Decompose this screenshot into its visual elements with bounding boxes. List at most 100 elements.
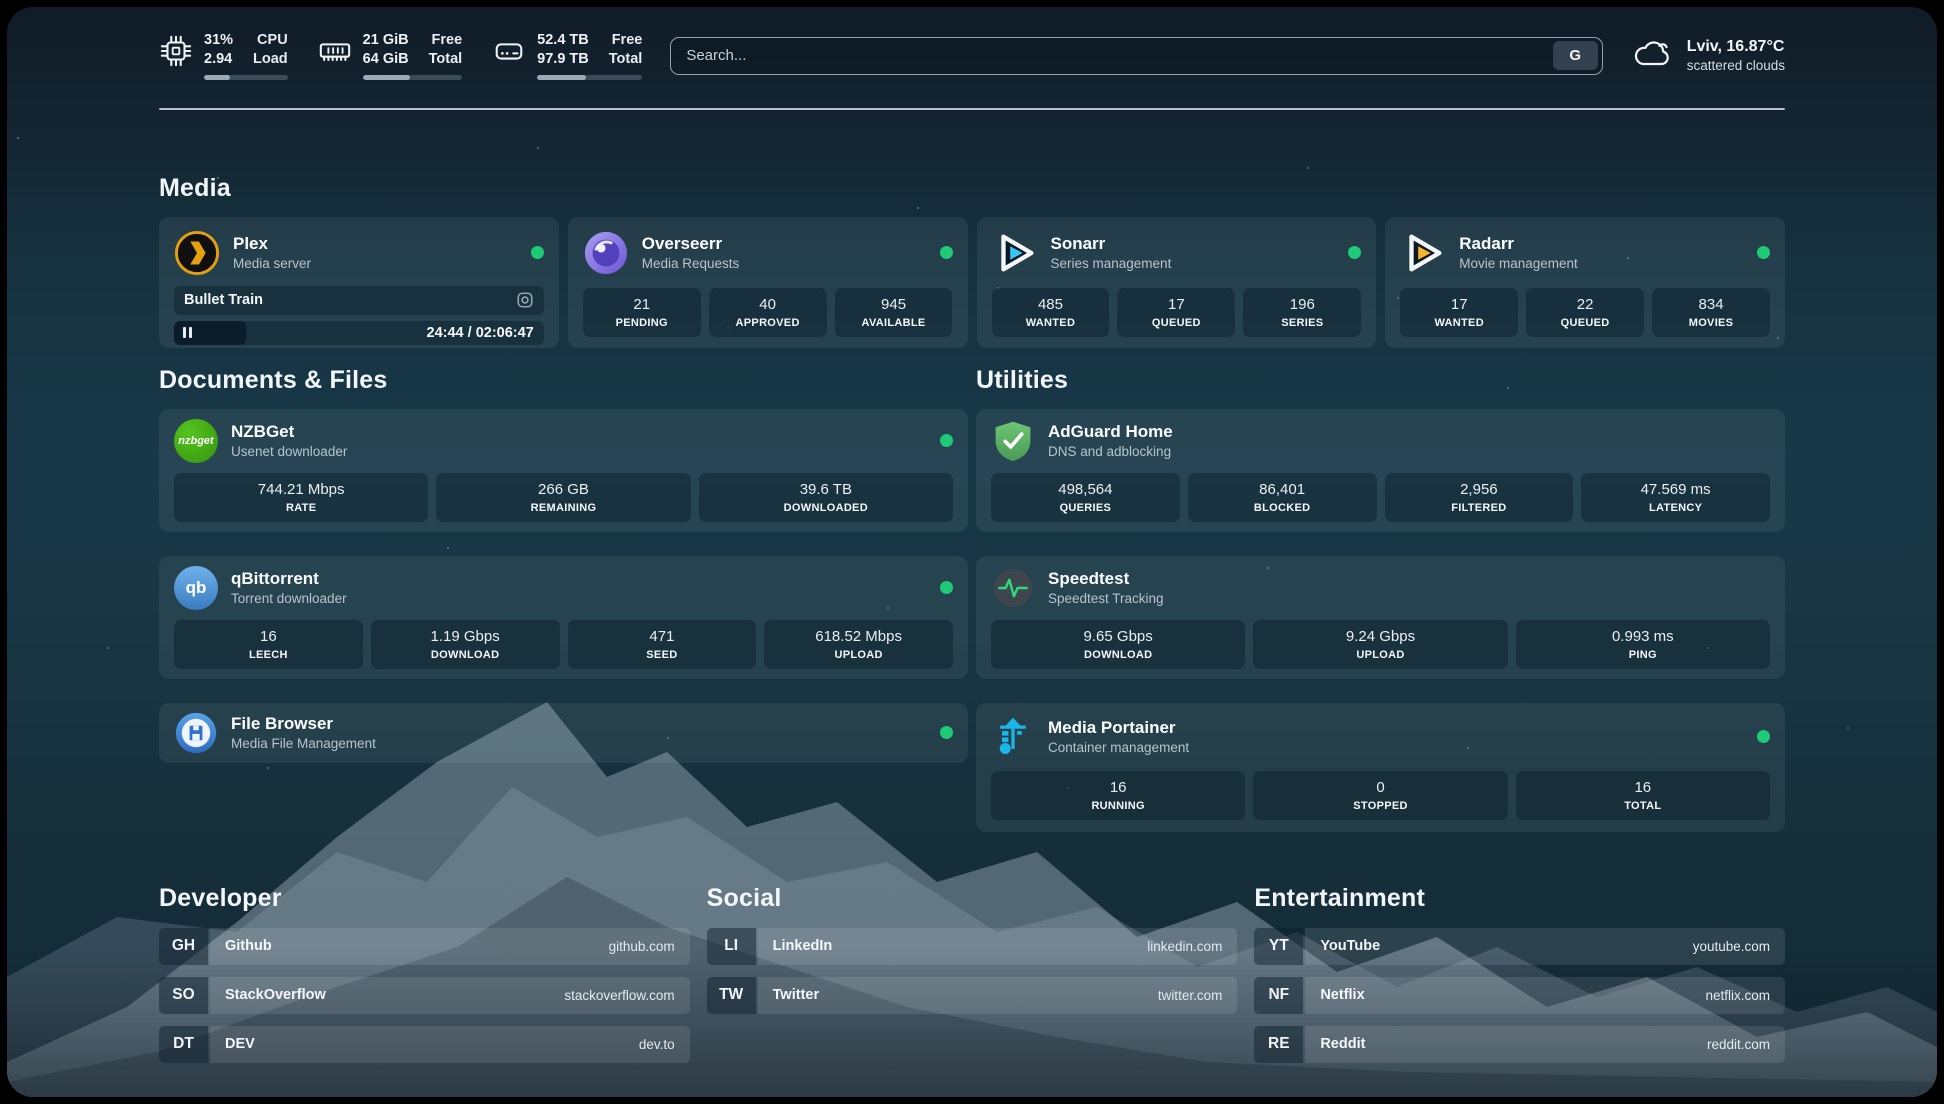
- app-name: Sonarr: [1051, 233, 1172, 255]
- app-name: Media Portainer: [1048, 717, 1189, 739]
- disk-values: 52.4 TB97.9 TB: [537, 31, 589, 69]
- twitter-abbr-icon: TW: [707, 977, 756, 1014]
- app-name: Radarr: [1459, 233, 1578, 255]
- search-engine-button[interactable]: G: [1553, 41, 1598, 70]
- app-name: NZBGet: [231, 421, 347, 443]
- stat-tile: 9.65 Gbps DOWNLOAD: [991, 620, 1245, 669]
- linkedin-abbr-icon: LI: [707, 928, 756, 965]
- ram-progress-bar: [363, 75, 463, 80]
- stat-tile: 47.569 ms LATENCY: [1581, 473, 1770, 522]
- app-card-media-portainer[interactable]: Media Portainer Container management 16 …: [976, 703, 1785, 832]
- app-card-plex[interactable]: Plex Media server Bullet Train: [159, 217, 559, 348]
- app-subtitle: DNS and adblocking: [1048, 443, 1173, 461]
- section-developer: Developer GH Github github.com SO StackO…: [159, 884, 690, 1063]
- dev-abbr-icon: DT: [159, 1026, 208, 1063]
- overseerr-icon: [583, 230, 629, 276]
- app-name: Overseerr: [642, 233, 740, 255]
- stat-tile: 9.24 Gbps UPLOAD: [1253, 620, 1507, 669]
- ram-stat: 21 GiB64 GiB FreeTotal: [318, 31, 463, 80]
- disk-progress-bar: [537, 75, 642, 80]
- link-github[interactable]: GH Github github.com: [159, 928, 690, 965]
- stat-tile: 266 GB REMAINING: [436, 473, 690, 522]
- app-card-nzbget[interactable]: nzbget NZBGet Usenet downloader 744.21 M…: [159, 409, 968, 532]
- app-card-qbittorrent[interactable]: qb qBittorrent Torrent downloader 16 LEE…: [159, 556, 968, 679]
- search-input[interactable]: [670, 37, 1602, 75]
- weather-widget[interactable]: Lviv, 16.87°C scattered clouds: [1631, 36, 1785, 75]
- search-bar: G: [670, 37, 1602, 75]
- ram-values: 21 GiB64 GiB: [363, 31, 409, 69]
- social-section-title: Social: [707, 884, 1238, 913]
- developer-section-title: Developer: [159, 884, 690, 913]
- stat-tile: 16 LEECH: [174, 620, 363, 669]
- disk-stat: 52.4 TB97.9 TB FreeTotal: [492, 31, 642, 80]
- playback-progress-bar: 24:44 / 02:06:47: [174, 321, 544, 345]
- app-card-overseerr[interactable]: Overseerr Media Requests 21 PENDING 40 A…: [568, 217, 968, 348]
- stat-tile: 945 AVAILABLE: [835, 288, 953, 337]
- app-card-file-browser[interactable]: File Browser Media File Management: [159, 703, 968, 763]
- app-subtitle: Media File Management: [231, 735, 376, 753]
- pause-icon[interactable]: [183, 327, 192, 338]
- session-camera-icon[interactable]: [516, 291, 534, 309]
- app-name: File Browser: [231, 713, 376, 735]
- cpu-values: 31%2.94: [204, 31, 233, 69]
- ram-icon: [318, 31, 352, 73]
- app-name: Plex: [233, 233, 311, 255]
- section-documents-files: Documents & Files nzbget NZBGet Usenet d…: [159, 366, 968, 832]
- stackoverflow-abbr-icon: SO: [159, 977, 208, 1014]
- status-online-dot: [1757, 246, 1770, 259]
- link-stackoverflow[interactable]: SO StackOverflow stackoverflow.com: [159, 977, 690, 1014]
- nzbget-icon: nzbget: [174, 419, 218, 463]
- playback-time: 24:44 / 02:06:47: [427, 321, 534, 345]
- link-twitter[interactable]: TW Twitter twitter.com: [707, 977, 1238, 1014]
- app-name: AdGuard Home: [1048, 421, 1173, 443]
- stat-tile: 618.52 Mbps UPLOAD: [764, 620, 953, 669]
- entertainment-section-title: Entertainment: [1254, 884, 1785, 913]
- stat-tile: 16 TOTAL: [1516, 771, 1770, 820]
- app-subtitle: Media server: [233, 255, 311, 273]
- stat-tile: 196 SERIES: [1243, 288, 1361, 337]
- link-youtube[interactable]: YT YouTube youtube.com: [1254, 928, 1785, 965]
- stat-tile: 498,564 QUERIES: [991, 473, 1180, 522]
- stat-tile: 39.6 TB DOWNLOADED: [699, 473, 953, 522]
- link-dev[interactable]: DT DEV dev.to: [159, 1026, 690, 1063]
- link-linkedin[interactable]: LI LinkedIn linkedin.com: [707, 928, 1238, 965]
- app-card-sonarr[interactable]: Sonarr Series management 485 WANTED 17 Q…: [977, 217, 1377, 348]
- weather-location-temp: Lviv, 16.87°C: [1687, 36, 1785, 57]
- portainer-icon: [991, 715, 1035, 759]
- sonarr-icon: [992, 230, 1038, 276]
- link-netflix[interactable]: NF Netflix netflix.com: [1254, 977, 1785, 1014]
- ram-labels: FreeTotal: [429, 31, 463, 69]
- top-bar: 31%2.94 CPULoad: [159, 7, 1785, 80]
- stat-tile: 40 APPROVED: [709, 288, 827, 337]
- app-subtitle: Torrent downloader: [231, 590, 347, 608]
- app-card-speedtest[interactable]: Speedtest Speedtest Tracking 9.65 Gbps D…: [976, 556, 1785, 679]
- stat-tile: 485 WANTED: [992, 288, 1110, 337]
- status-online-dot: [1757, 730, 1770, 743]
- stat-tile: 471 SEED: [568, 620, 757, 669]
- status-online-dot: [531, 246, 544, 259]
- app-card-radarr[interactable]: Radarr Movie management 17 WANTED 22 QUE…: [1385, 217, 1785, 348]
- media-section-title: Media: [159, 174, 1785, 203]
- file-browser-icon: [174, 711, 218, 755]
- app-card-adguard-home[interactable]: AdGuard Home DNS and adblocking 498,564 …: [976, 409, 1785, 532]
- system-stats-group: 31%2.94 CPULoad: [159, 31, 642, 80]
- dashboard-screen: 31%2.94 CPULoad: [7, 7, 1937, 1097]
- stat-tile: 1.19 Gbps DOWNLOAD: [371, 620, 560, 669]
- qbittorrent-icon: qb: [174, 566, 218, 610]
- cpu-labels: CPULoad: [253, 31, 288, 69]
- stat-tile: 21 PENDING: [583, 288, 701, 337]
- section-social: Social LI LinkedIn linkedin.com TW Twitt…: [707, 884, 1238, 1063]
- utilities-section-title: Utilities: [976, 366, 1785, 395]
- section-media: Media Plex Media server: [159, 174, 1785, 348]
- reddit-abbr-icon: RE: [1254, 1026, 1303, 1063]
- app-subtitle: Media Requests: [642, 255, 740, 273]
- stat-tile: 22 QUEUED: [1526, 288, 1644, 337]
- cloud-icon: [1631, 36, 1675, 75]
- cpu-stat: 31%2.94 CPULoad: [159, 31, 288, 80]
- status-online-dot: [940, 581, 953, 594]
- link-reddit[interactable]: RE Reddit reddit.com: [1254, 1026, 1785, 1063]
- youtube-abbr-icon: YT: [1254, 928, 1303, 965]
- stat-tile: 0 STOPPED: [1253, 771, 1507, 820]
- radarr-icon: [1400, 230, 1446, 276]
- stat-tile: 744.21 Mbps RATE: [174, 473, 428, 522]
